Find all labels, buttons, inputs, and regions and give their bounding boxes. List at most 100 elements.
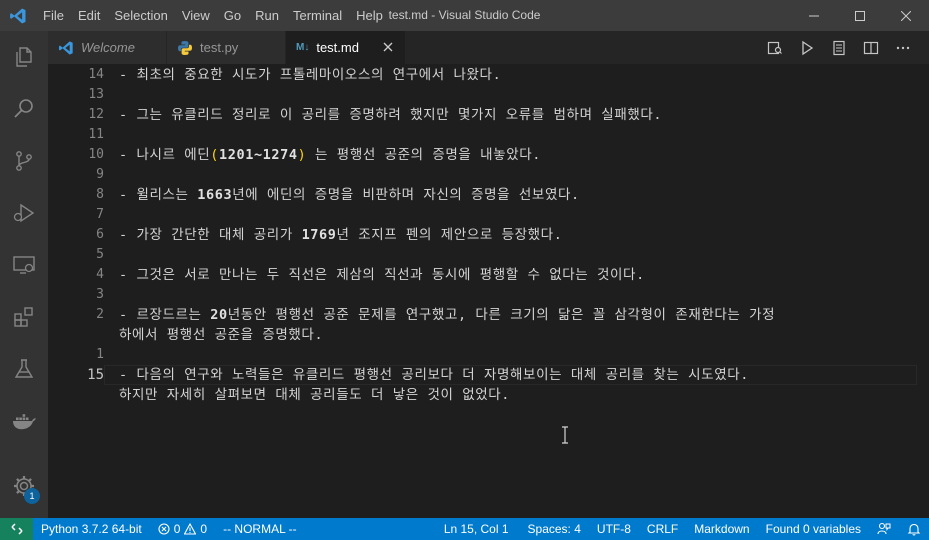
code-line-wrapped: 하에서 평행선 공준을 증명했다. xyxy=(119,327,324,343)
source-control-button[interactable] xyxy=(0,135,48,187)
tab-test-py[interactable]: test.py xyxy=(167,31,286,64)
split-editor-icon xyxy=(863,41,879,54)
editor-actions xyxy=(759,31,919,64)
close-tab-button[interactable] xyxy=(381,40,395,54)
testing-button[interactable] xyxy=(0,343,48,395)
code-text: - 르장드르는 xyxy=(119,307,211,323)
tab-test-md[interactable]: M↓ test.md xyxy=(286,31,406,64)
line-number: 14 xyxy=(88,67,104,82)
editor-area[interactable]: 14 13 12 11 10 9 8 7 6 5 4 3 2 1 15 - 최초… xyxy=(48,64,929,518)
tab-label: test.py xyxy=(200,40,239,55)
maximize-button[interactable] xyxy=(837,0,883,31)
line-number: 7 xyxy=(96,207,104,222)
markdown-icon: M↓ xyxy=(296,42,310,53)
manage-button[interactable]: 1 xyxy=(0,460,48,512)
split-editor-button[interactable] xyxy=(855,31,887,64)
run-debug-icon xyxy=(13,203,35,223)
warning-count: 0 xyxy=(200,522,208,536)
line-number-current: 15 xyxy=(87,367,104,383)
extensions-icon xyxy=(14,307,33,327)
preview-icon xyxy=(767,41,782,54)
encoding[interactable]: UTF-8 xyxy=(589,518,639,540)
error-count: 0 xyxy=(173,522,181,536)
end-of-line[interactable]: CRLF xyxy=(639,518,686,540)
menu-view[interactable]: View xyxy=(175,0,217,31)
line-number: 9 xyxy=(96,167,104,182)
remote-explorer-icon xyxy=(13,256,35,274)
more-actions-button[interactable] xyxy=(887,31,919,64)
menu-edit[interactable]: Edit xyxy=(71,0,107,31)
code-line: - 가장 간단한 대체 공리가 1769년 조지프 펜의 제안으로 등장했다. xyxy=(119,225,562,245)
close-window-button[interactable] xyxy=(883,0,929,31)
menu-go[interactable]: Go xyxy=(217,0,248,31)
line-number: 12 xyxy=(88,107,104,122)
play-icon xyxy=(802,40,814,55)
code-line: - 최초의 중요한 시도가 프톨레마이오스의 연구에서 나왔다. xyxy=(119,67,502,83)
search-button[interactable] xyxy=(0,83,48,135)
ellipsis-icon xyxy=(896,46,910,49)
code-bold: 1201~1274 xyxy=(219,147,298,163)
code-text: - 나시르 에딘 xyxy=(119,147,211,163)
status-bar: Python 3.7.2 64-bit 0 0 -- NORMAL -- Ln … xyxy=(0,518,929,540)
code-text: 는 평행선 공준의 증명을 내놓았다. xyxy=(306,147,541,163)
line-number: 8 xyxy=(96,187,104,202)
code-text: 년에 에딘의 증명을 비판하며 자신의 증명을 선보였다. xyxy=(232,187,580,203)
testing-icon xyxy=(14,359,34,378)
menu-bar: File Edit Selection View Go Run Terminal… xyxy=(36,0,390,31)
tab-welcome[interactable]: Welcome xyxy=(48,31,167,64)
line-number: 11 xyxy=(88,127,104,142)
code-line: - 그는 유클리드 정리로 이 공리를 증명하려 했지만 몇가지 오류를 범하며… xyxy=(119,107,663,123)
warning-icon xyxy=(184,523,197,535)
menu-help[interactable]: Help xyxy=(349,0,390,31)
code-line: - 르장드르는 20년동안 평행선 공준 문제를 연구했고, 다른 크기의 닮은… xyxy=(119,305,775,325)
code-bold: 1663 xyxy=(197,187,233,203)
remote-indicator-button[interactable] xyxy=(0,518,33,540)
minimize-button[interactable] xyxy=(791,0,837,31)
text-cursor-icon xyxy=(562,426,568,444)
menu-run[interactable]: Run xyxy=(248,0,286,31)
notifications-button[interactable] xyxy=(899,518,929,540)
vscode-icon xyxy=(58,40,74,56)
open-preview-button[interactable] xyxy=(759,31,791,64)
preview-side-icon xyxy=(833,40,845,55)
line-number: 1 xyxy=(96,347,104,362)
run-debug-button[interactable] xyxy=(0,187,48,239)
title-bar: File Edit Selection View Go Run Terminal… xyxy=(0,0,929,31)
feedback-button[interactable] xyxy=(869,518,899,540)
python-interpreter[interactable]: Python 3.7.2 64-bit xyxy=(33,518,150,540)
menu-selection[interactable]: Selection xyxy=(107,0,174,31)
code-bold: 20 xyxy=(210,307,228,323)
explorer-icon xyxy=(16,47,32,67)
line-number: 10 xyxy=(88,147,104,162)
remote-explorer-button[interactable] xyxy=(0,239,48,291)
open-preview-side-button[interactable] xyxy=(823,31,855,64)
run-button[interactable] xyxy=(791,31,823,64)
line-number: 2 xyxy=(96,307,104,322)
code-text: - 가장 간단한 대체 공리가 xyxy=(119,227,302,243)
code-bold: 1769 xyxy=(301,227,337,243)
line-number: 5 xyxy=(96,247,104,262)
feedback-icon xyxy=(877,522,891,535)
line-number: 3 xyxy=(96,287,104,302)
search-icon xyxy=(14,99,33,118)
extensions-button[interactable] xyxy=(0,291,48,343)
menu-file[interactable]: File xyxy=(36,0,71,31)
code-line: - 나시르 에딘(1201~1274) 는 평행선 공준의 증명을 내놓았다. xyxy=(119,145,541,165)
cursor-position[interactable]: Ln 15, Col 1 xyxy=(433,518,520,540)
language-mode[interactable]: Markdown xyxy=(686,518,757,540)
docker-button[interactable] xyxy=(0,395,48,447)
variables-indicator[interactable]: Found 0 variables xyxy=(758,518,869,540)
vscode-logo-icon[interactable] xyxy=(0,0,36,31)
code-text: 년동안 평행선 공준 문제를 연구했고, 다른 크기의 닮은 꼴 삼각형이 존재… xyxy=(227,307,776,323)
minimize-icon xyxy=(809,15,819,16)
code-line-current: - 다음의 연구와 노력들은 유클리드 평행선 공리보다 더 자명해보이는 대체… xyxy=(119,367,749,383)
python-icon xyxy=(177,40,193,56)
line-number: 4 xyxy=(96,267,104,282)
menu-terminal[interactable]: Terminal xyxy=(286,0,349,31)
docker-icon xyxy=(13,414,36,430)
explorer-button[interactable] xyxy=(0,31,48,83)
close-icon xyxy=(901,10,911,21)
problems-indicator[interactable]: 0 0 xyxy=(150,518,215,540)
bell-icon xyxy=(907,523,921,536)
indentation[interactable]: Spaces: 4 xyxy=(520,518,589,540)
